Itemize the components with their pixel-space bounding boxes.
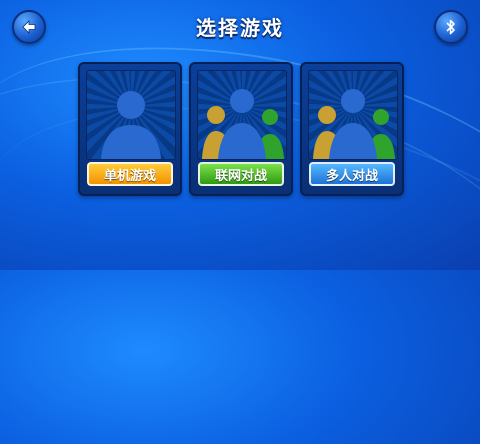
mode-card-local-multiplayer[interactable]: 多人对战 [300,62,404,196]
bluetooth-button[interactable] [434,10,468,44]
mode-label-single-player: 单机游戏 [87,162,173,186]
local-multiplayer-icon [308,70,398,160]
page-title: 选择游戏 [196,16,284,40]
bluetooth-icon [446,19,455,35]
mode-label-online-versus: 联网对战 [198,162,284,186]
mode-card-single-player[interactable]: 单机游戏 [78,62,182,196]
single-player-icon [86,70,176,160]
mode-label-local-multiplayer: 多人对战 [309,162,395,186]
online-multiplayer-icon [197,70,287,160]
mode-card-online-versus[interactable]: 联网对战 [189,62,293,196]
